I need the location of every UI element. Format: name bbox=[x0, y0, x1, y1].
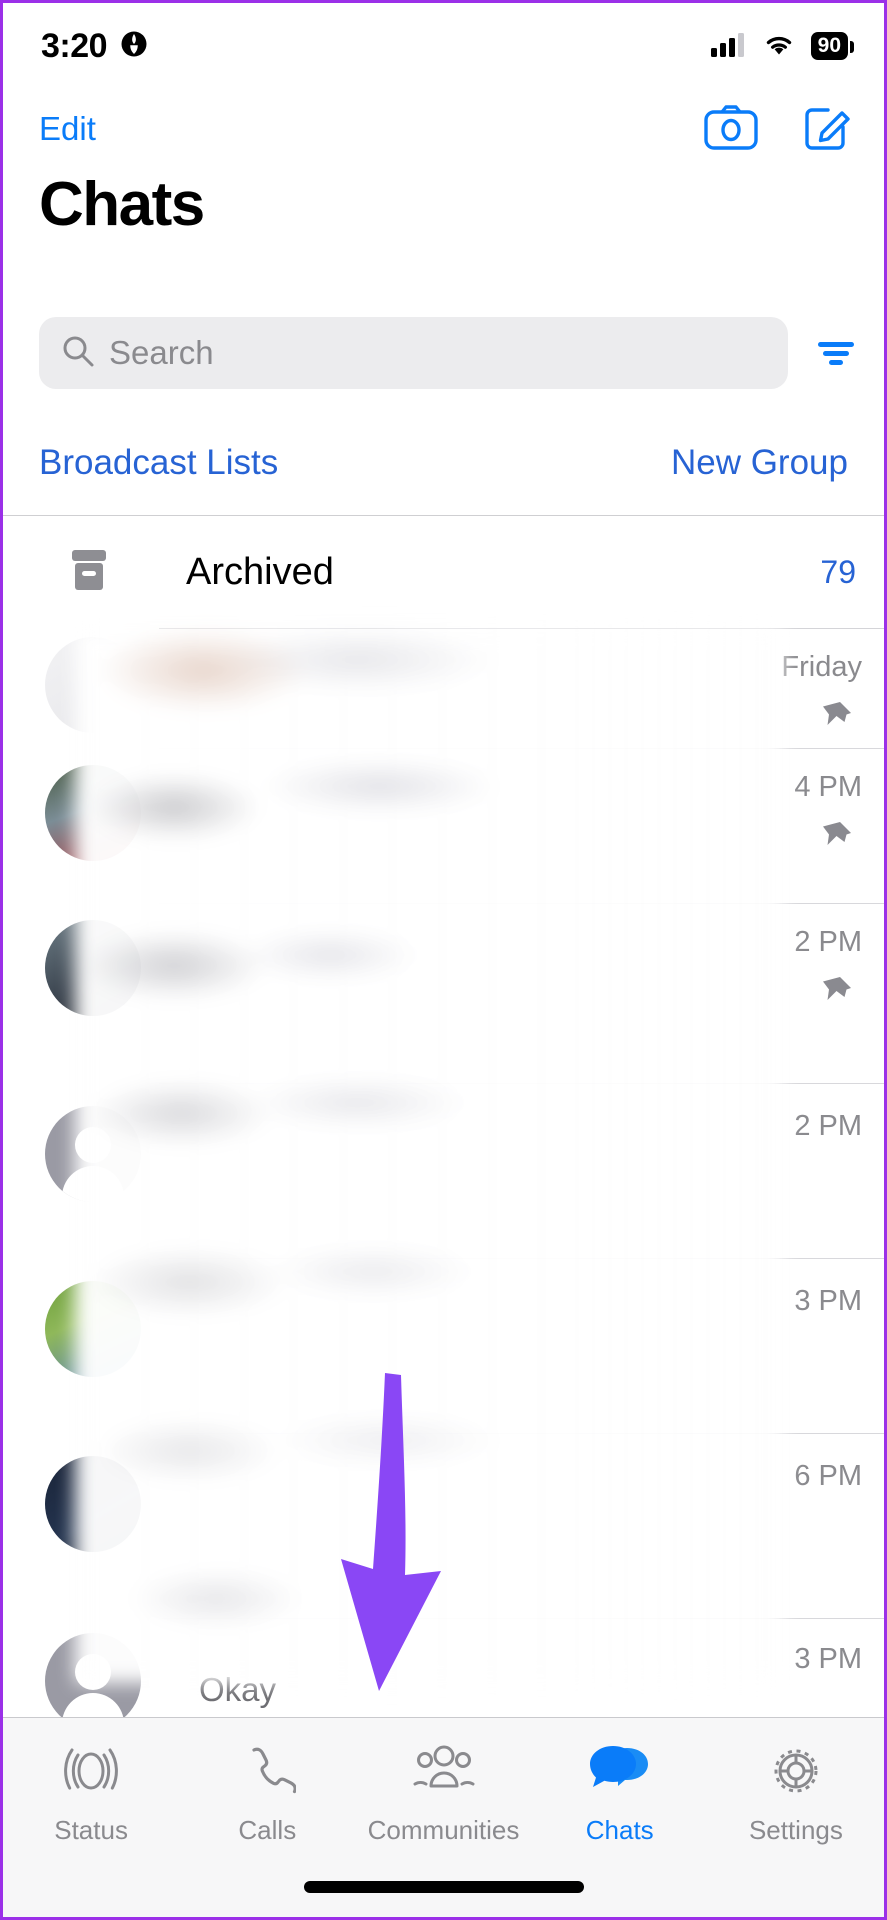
edit-button[interactable]: Edit bbox=[39, 110, 96, 148]
archived-row[interactable]: Archived 79 bbox=[3, 516, 884, 628]
cellular-signal-icon bbox=[710, 31, 747, 62]
chat-list[interactable]: Friday 4 PM 2 PM 2 PM 3 PM 6 PM 3 PM Oka… bbox=[3, 629, 884, 1729]
gear-icon bbox=[767, 1742, 825, 1805]
archive-box-icon bbox=[67, 546, 111, 599]
search-icon bbox=[61, 334, 95, 373]
tab-label-chats: Chats bbox=[585, 1815, 654, 1845]
pin-icon bbox=[816, 972, 856, 1017]
chat-list-item[interactable]: Friday bbox=[3, 629, 884, 747]
tab-settings[interactable]: Settings bbox=[708, 1742, 884, 1846]
search-placeholder: Search bbox=[109, 334, 214, 371]
avatar bbox=[45, 1456, 141, 1552]
filter-icon[interactable] bbox=[810, 336, 862, 370]
chat-timestamp: 3 PM bbox=[794, 1643, 862, 1675]
chat-list-item[interactable]: 6 PM bbox=[3, 1434, 884, 1618]
archived-label: Archived bbox=[186, 550, 334, 593]
search-input[interactable]: Search bbox=[39, 317, 788, 389]
chat-list-item[interactable]: 3 PM bbox=[3, 1259, 884, 1433]
phone-icon bbox=[238, 1742, 298, 1805]
home-indicator bbox=[303, 1881, 584, 1893]
communities-people-icon bbox=[413, 1742, 475, 1805]
chat-timestamp: Friday bbox=[781, 651, 862, 683]
wifi-icon bbox=[762, 31, 796, 62]
tab-label-status: Status bbox=[54, 1815, 128, 1845]
quick-links-row: Broadcast Lists New Group bbox=[39, 443, 848, 483]
chat-timestamp: 2 PM bbox=[794, 1110, 862, 1142]
chat-timestamp: 6 PM bbox=[794, 1460, 862, 1492]
chat-preview-text: Okay bbox=[199, 1671, 277, 1708]
chat-list-item[interactable]: 3 PM Okay bbox=[3, 1619, 884, 1729]
page-title: Chats bbox=[39, 170, 205, 239]
chat-timestamp: 4 PM bbox=[794, 771, 862, 803]
tab-label-communities: Communities bbox=[367, 1815, 520, 1845]
chat-bubbles-icon bbox=[589, 1742, 651, 1805]
avatar bbox=[45, 920, 141, 1016]
chat-list-item[interactable]: 4 PM bbox=[3, 749, 884, 903]
avatar bbox=[45, 1281, 141, 1377]
broadcast-lists-link[interactable]: Broadcast Lists bbox=[39, 443, 278, 483]
archived-count: 79 bbox=[820, 553, 856, 590]
avatar bbox=[45, 765, 141, 861]
chat-timestamp: 2 PM bbox=[794, 926, 862, 958]
status-bar-left: 3:20 bbox=[41, 27, 149, 66]
tab-chats[interactable]: Chats bbox=[532, 1742, 708, 1846]
status-rings-icon bbox=[62, 1742, 120, 1805]
pin-icon bbox=[816, 817, 856, 862]
avatar bbox=[45, 1633, 141, 1729]
avatar bbox=[45, 1106, 141, 1202]
phone-screen: 3:20 90 Edit Chats Search Broadcast List… bbox=[0, 0, 887, 1920]
tab-label-calls: Calls bbox=[238, 1815, 297, 1845]
tab-communities[interactable]: Communities bbox=[355, 1742, 531, 1846]
tab-bar: Status Calls Communities Chats Settings bbox=[3, 1717, 884, 1917]
nav-bar-actions bbox=[704, 103, 852, 156]
location-arrow-icon bbox=[119, 29, 149, 64]
avatar bbox=[45, 637, 141, 733]
search-row: Search bbox=[39, 317, 862, 389]
tab-calls[interactable]: Calls bbox=[179, 1742, 355, 1846]
new-group-link[interactable]: New Group bbox=[671, 443, 848, 483]
chat-timestamp: 3 PM bbox=[794, 1285, 862, 1317]
nav-bar: Edit bbox=[3, 89, 884, 169]
chat-list-item[interactable]: 2 PM bbox=[3, 904, 884, 1058]
battery-indicator: 90 bbox=[810, 32, 855, 60]
status-bar-right: 90 bbox=[710, 31, 855, 62]
status-bar: 3:20 90 bbox=[3, 3, 884, 89]
status-time: 3:20 bbox=[41, 26, 108, 65]
tab-label-settings: Settings bbox=[748, 1815, 843, 1845]
camera-icon[interactable] bbox=[704, 104, 758, 155]
pin-icon bbox=[816, 697, 856, 742]
chat-list-item[interactable]: 2 PM bbox=[3, 1084, 884, 1258]
tab-status[interactable]: Status bbox=[3, 1742, 179, 1846]
compose-icon[interactable] bbox=[802, 103, 852, 156]
